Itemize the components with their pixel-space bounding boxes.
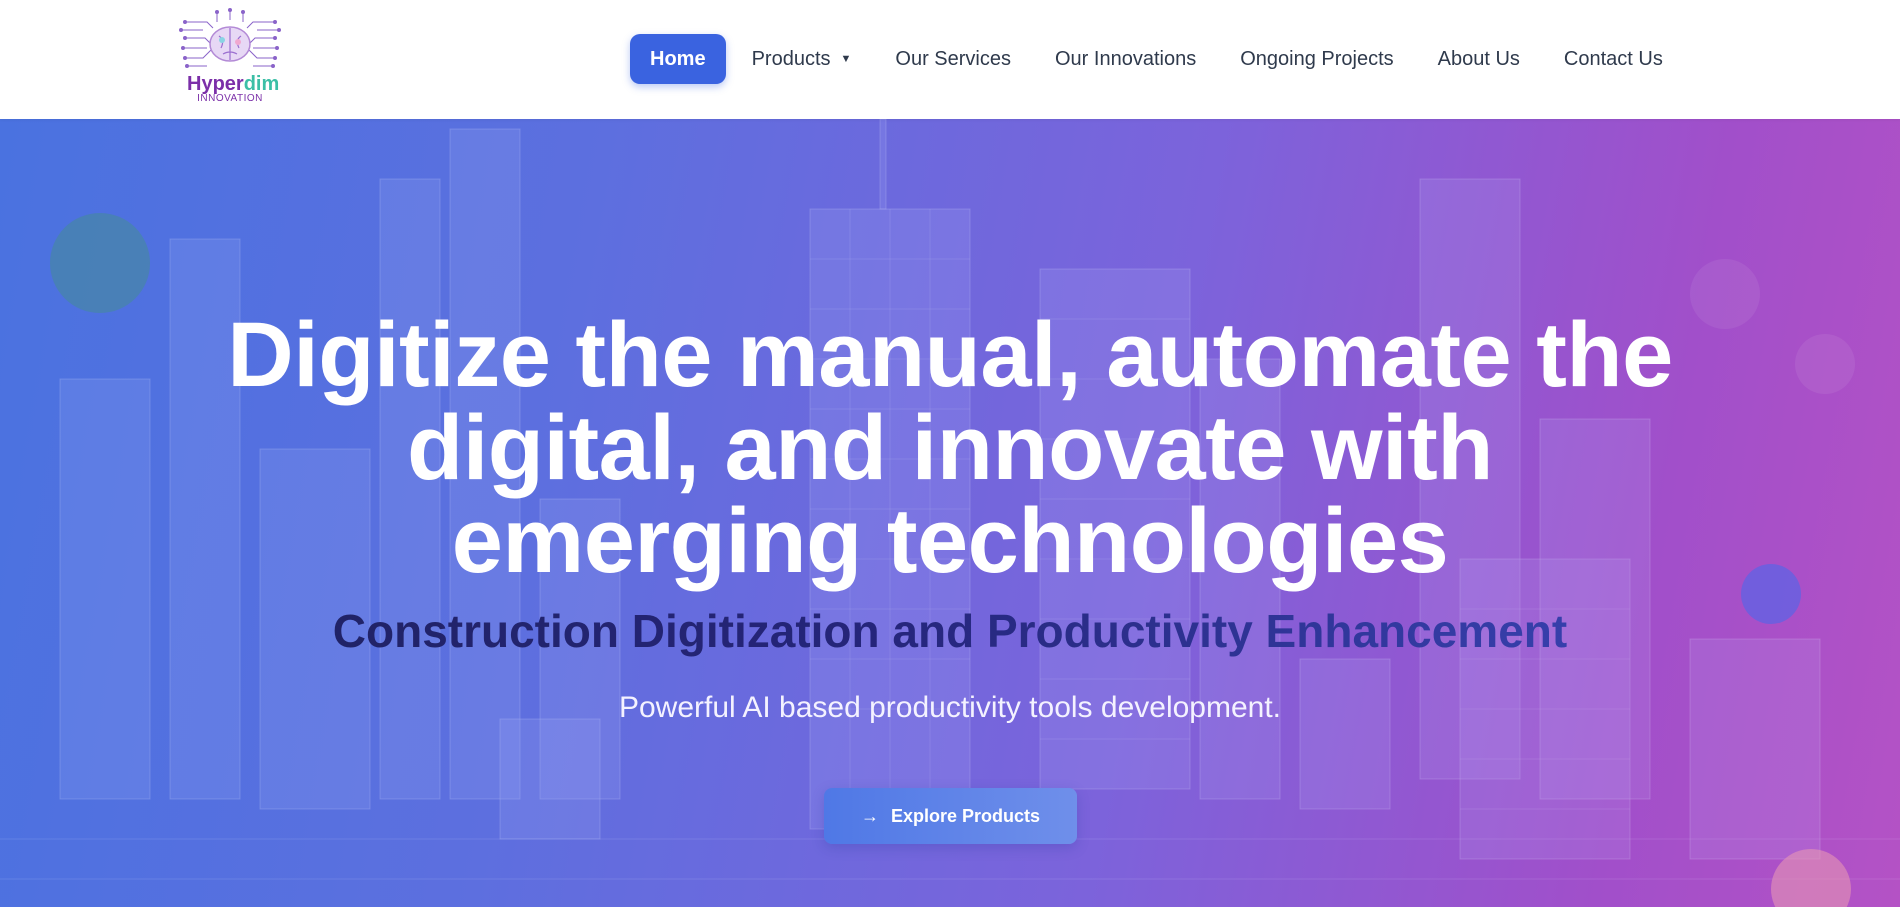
nav-item-ongoing-projects[interactable]: Ongoing Projects — [1218, 34, 1415, 84]
logo-subtitle: INNOVATION — [197, 93, 263, 104]
nav-item-label: About Us — [1437, 47, 1520, 70]
nav-item-label: Ongoing Projects — [1240, 47, 1394, 70]
nav-item-contact-us[interactable]: Contact Us — [1542, 34, 1685, 84]
main-nav: Home Products ▼ Our Services Our Innovati… — [630, 34, 1685, 84]
arrow-right-icon: → — [860, 805, 879, 826]
hero-title: Digitize the manual, automate the digita… — [150, 309, 1750, 588]
caret-down-icon: ▼ — [840, 53, 852, 65]
hero-tagline: Powerful AI based productivity tools dev… — [618, 691, 1282, 724]
nav-item-label: Our Innovations — [1055, 47, 1197, 70]
explore-products-button[interactable]: → Explore Products — [824, 788, 1077, 844]
site-header: Hyperdim INNOVATION Home Products ▼ Our S… — [0, 0, 1900, 119]
nav-item-about-us[interactable]: About Us — [1416, 34, 1542, 84]
decorative-bubble — [1795, 334, 1855, 394]
nav-item-label: Contact Us — [1563, 47, 1663, 70]
hero-section: Digitize the manual, automate the digita… — [0, 119, 1900, 907]
nav-item-our-services[interactable]: Our Services — [873, 34, 1033, 84]
hero-title-line: digital, and innovate with — [407, 397, 1493, 499]
nav-item-label: Products — [751, 47, 831, 70]
nav-item-products[interactable]: Products ▼ — [730, 34, 874, 84]
hero-subtitle: Construction Digitization and Productivi… — [150, 603, 1750, 659]
decorative-bubble — [50, 213, 150, 313]
hero-title-line: emerging technologies — [451, 490, 1449, 592]
hero-title-line: Digitize the manual, automate the — [227, 304, 1673, 406]
nav-item-label: Home — [650, 47, 706, 70]
nav-item-home[interactable]: Home — [630, 34, 726, 84]
explore-products-label: Explore Products — [890, 805, 1041, 826]
site-logo[interactable]: Hyperdim INNOVATION — [177, 8, 283, 106]
logo-wordmark: Hyperdim — [187, 73, 280, 95]
logo-name-part1: Hyper — [187, 73, 244, 95]
nav-item-label: Our Services — [895, 47, 1011, 70]
nav-item-our-innovations[interactable]: Our Innovations — [1033, 34, 1218, 84]
logo-name-part2: dim — [243, 73, 280, 95]
decorative-bubble — [1741, 564, 1801, 624]
